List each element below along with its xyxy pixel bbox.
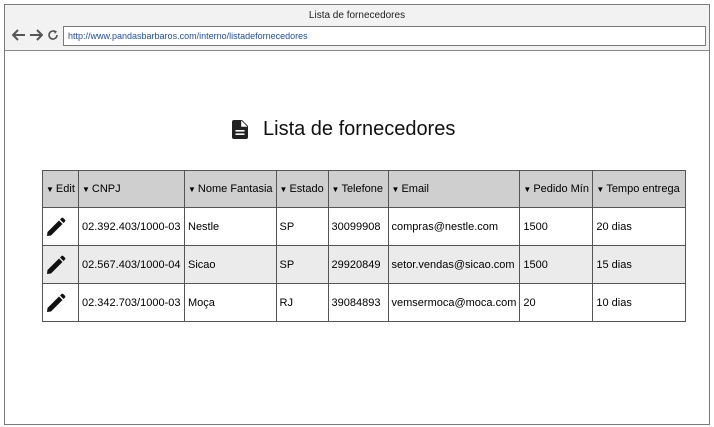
cnpj-cell: 02.567.403/1000-04: [78, 245, 185, 284]
sort-down-icon[interactable]: ▼: [82, 185, 90, 194]
document-icon: [232, 119, 248, 139]
sort-down-icon[interactable]: ▼: [392, 185, 400, 194]
column-header-tempo-entrega[interactable]: ▼ Tempo entrega: [592, 170, 687, 208]
browser-chrome: Lista de fornecedores http://www.pandasb…: [5, 5, 709, 51]
pedido-min-cell: 20: [519, 283, 594, 322]
sort-down-icon[interactable]: ▼: [332, 185, 340, 194]
page-title: Lista de fornecedores: [263, 117, 456, 140]
nome-fantasia-cell: Moça: [184, 283, 277, 322]
pencil-icon[interactable]: [46, 293, 66, 313]
estado-cell: SP: [275, 207, 329, 246]
table-row: 02.392.403/1000-03 Nestle SP 30099908 co…: [42, 207, 687, 246]
sort-down-icon[interactable]: ▼: [523, 185, 531, 194]
sort-down-icon[interactable]: ▼: [188, 185, 196, 194]
tempo-entrega-cell: 20 dias: [592, 207, 687, 246]
column-header-telefone[interactable]: ▼ Telefone: [327, 170, 389, 208]
suppliers-table: ▼ Edit ▼ CNPJ ▼ Nome Fantasia ▼ Estado ▼ Tele…: [42, 170, 687, 322]
pencil-icon[interactable]: [46, 255, 66, 275]
sort-down-icon[interactable]: ▼: [596, 185, 604, 194]
email-cell: setor.vendas@sicao.com: [387, 245, 521, 284]
arrow-left-icon[interactable]: [11, 27, 27, 43]
estado-cell: SP: [275, 245, 329, 284]
edit-cell: [42, 207, 79, 246]
browser-window: Lista de fornecedores http://www.pandasb…: [4, 4, 710, 425]
window-title: Lista de fornecedores: [308, 10, 406, 21]
edit-cell: [42, 245, 79, 284]
telefone-cell: 29920849: [327, 245, 389, 284]
column-header-email[interactable]: ▼ Email: [387, 170, 521, 208]
column-header-edit[interactable]: ▼ Edit: [42, 170, 79, 208]
column-header-pedido-min[interactable]: ▼ Pedido Mín: [519, 170, 594, 208]
pedido-min-cell: 1500: [519, 207, 594, 246]
email-cell: vemsermoca@moca.com: [387, 283, 521, 322]
address-bar[interactable]: http://www.pandasbarbaros.com/interno/li…: [63, 26, 706, 46]
column-header-nome-fantasia[interactable]: ▼ Nome Fantasia: [184, 170, 277, 208]
table-row: 02.342.703/1000-03 Moça RJ 39084893 vems…: [42, 283, 687, 322]
nome-fantasia-cell: Sicao: [184, 245, 277, 284]
table-row: 02.567.403/1000-04 Sicao SP 29920849 set…: [42, 245, 687, 284]
edit-cell: [42, 283, 79, 322]
tempo-entrega-cell: 10 dias: [592, 283, 687, 322]
column-header-cnpj[interactable]: ▼ CNPJ: [78, 170, 185, 208]
estado-cell: RJ: [275, 283, 329, 322]
pencil-icon[interactable]: [46, 217, 66, 237]
email-cell: compras@nestle.com: [387, 207, 521, 246]
page-heading: Lista de fornecedores: [232, 116, 455, 142]
cnpj-cell: 02.392.403/1000-03: [78, 207, 185, 246]
column-header-estado[interactable]: ▼ Estado: [275, 170, 329, 208]
table-header-row: ▼ Edit ▼ CNPJ ▼ Nome Fantasia ▼ Estado ▼ Tele…: [42, 170, 687, 208]
reload-icon[interactable]: [45, 27, 61, 43]
telefone-cell: 39084893: [327, 283, 389, 322]
sort-down-icon[interactable]: ▼: [280, 185, 288, 194]
cnpj-cell: 02.342.703/1000-03: [78, 283, 185, 322]
telefone-cell: 30099908: [327, 207, 389, 246]
sort-down-icon[interactable]: ▼: [46, 185, 54, 194]
nome-fantasia-cell: Nestle: [184, 207, 277, 246]
tempo-entrega-cell: 15 dias: [592, 245, 687, 284]
arrow-right-icon[interactable]: [28, 27, 44, 43]
pedido-min-cell: 1500: [519, 245, 594, 284]
